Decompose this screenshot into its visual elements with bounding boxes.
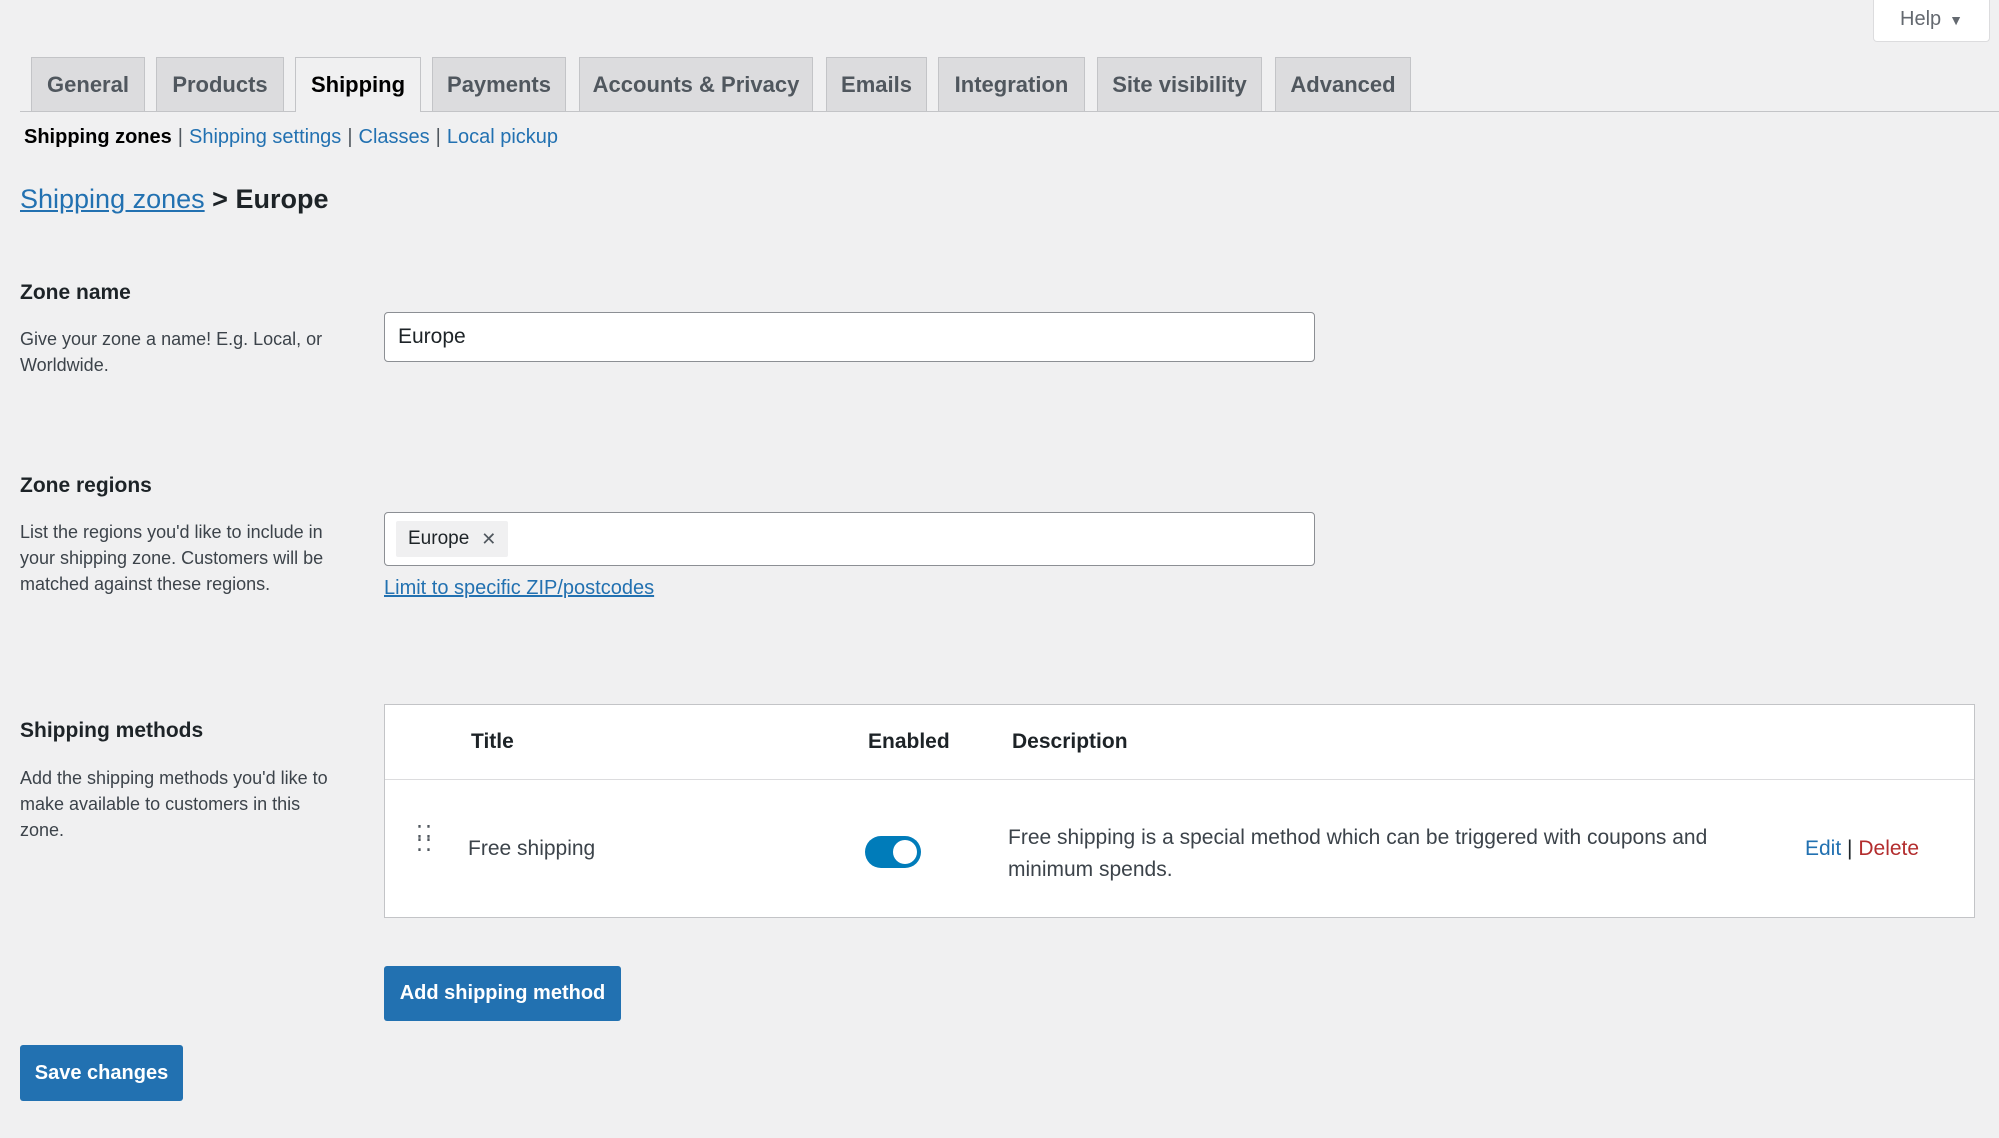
action-separator: |	[1847, 837, 1853, 860]
limit-postcodes-link[interactable]: Limit to specific ZIP/postcodes	[384, 577, 654, 600]
breadcrumb-separator: >	[212, 184, 228, 214]
region-chip: Europe ✕	[396, 521, 509, 557]
subnav-separator: |	[177, 126, 183, 148]
zone-regions-select[interactable]: Europe ✕	[384, 512, 1315, 566]
tab-site-visibility[interactable]: Site visibility	[1097, 57, 1262, 111]
help-label: Help	[1900, 8, 1942, 30]
enabled-toggle[interactable]	[865, 836, 921, 868]
tab-general[interactable]: General	[31, 57, 145, 111]
region-chip-label: Europe	[408, 528, 470, 549]
tab-accounts-privacy[interactable]: Accounts & Privacy	[579, 57, 813, 111]
tab-advanced[interactable]: Advanced	[1275, 57, 1411, 111]
tab-shipping[interactable]: Shipping	[295, 57, 421, 112]
column-description: Description	[1012, 730, 1128, 753]
subnav-separator: |	[347, 126, 353, 148]
subnav-separator: |	[435, 126, 441, 148]
row-actions: Edit | Delete	[1805, 837, 1919, 861]
save-changes-button[interactable]: Save changes	[20, 1045, 183, 1101]
tab-integration[interactable]: Integration	[938, 57, 1085, 111]
sub-navigation: Shipping zones | Shipping settings | Cla…	[24, 126, 558, 149]
zone-name-label: Zone name	[20, 281, 131, 304]
toggle-knob	[893, 840, 917, 864]
zone-regions-label: Zone regions	[20, 474, 152, 497]
caret-down-icon: ▼	[1949, 11, 1963, 28]
table-row: ⁚⁚ ⁚⁚ Free shipping Free shipping is a sp…	[385, 780, 1974, 918]
help-button[interactable]: Help ▼	[1873, 0, 1990, 42]
subnav-local-pickup[interactable]: Local pickup	[447, 126, 558, 149]
subnav-classes[interactable]: Classes	[359, 126, 430, 149]
breadcrumb-current: Europe	[235, 184, 329, 214]
shipping-methods-description: Add the shipping methods you'd like to m…	[20, 768, 328, 840]
edit-link[interactable]: Edit	[1805, 837, 1841, 860]
column-title: Title	[471, 730, 514, 753]
subnav-shipping-settings[interactable]: Shipping settings	[189, 126, 341, 149]
zone-name-input[interactable]: Europe	[384, 312, 1315, 362]
drag-handle-icon[interactable]: ⁚⁚ ⁚⁚	[416, 823, 434, 855]
shipping-methods-label: Shipping methods	[20, 719, 204, 742]
remove-icon[interactable]: ✕	[481, 529, 496, 550]
add-shipping-method-button[interactable]: Add shipping method	[384, 966, 621, 1021]
column-enabled: Enabled	[868, 730, 950, 753]
breadcrumb-shipping-zones-link[interactable]: Shipping zones	[20, 184, 205, 214]
breadcrumb: Shipping zones > Europe	[20, 184, 328, 215]
tab-products[interactable]: Products	[156, 57, 284, 111]
tab-payments[interactable]: Payments	[432, 57, 566, 111]
method-description: Free shipping is a special method which …	[1008, 826, 1708, 881]
shipping-methods-table: Title Enabled Description ⁚⁚ ⁚⁚ Free ship…	[384, 704, 1975, 918]
tab-emails[interactable]: Emails	[826, 57, 927, 111]
method-title: Free shipping	[468, 837, 596, 860]
zone-regions-description: List the regions you'd like to include i…	[20, 522, 324, 594]
delete-link[interactable]: Delete	[1858, 837, 1919, 860]
zone-name-description: Give your zone a name! E.g. Local, or Wo…	[20, 329, 323, 375]
subnav-shipping-zones: Shipping zones	[24, 126, 172, 148]
